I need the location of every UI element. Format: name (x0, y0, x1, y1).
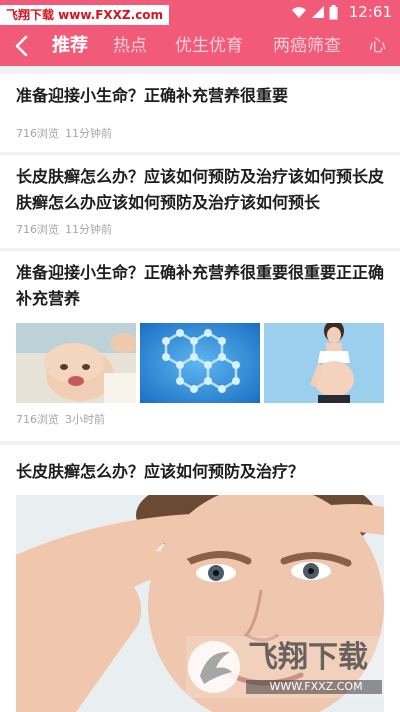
article-card[interactable]: 准备迎接小生命？正确补充营养很重要很重要正正确补充营养 716浏览 3小时前 (0, 251, 400, 441)
baby-photo (16, 323, 136, 403)
watermark-url: WWW.FXXZ.COM (269, 680, 363, 693)
tab-hot[interactable]: 热点 (113, 35, 147, 57)
wifi-icon (292, 7, 306, 18)
view-count: 716浏览 (16, 127, 59, 140)
status-icons (291, 4, 338, 20)
article-title: 准备迎接小生命？正确补充营养很重要 (16, 86, 289, 105)
thumbnail-strip (16, 323, 384, 403)
tab-heart[interactable]: 心 (369, 35, 386, 57)
status-time: 12:61 (348, 3, 392, 21)
post-time: 3小时前 (65, 413, 105, 426)
article-meta: 716浏览 3小时前 (16, 413, 111, 427)
molecule-photo (140, 323, 260, 403)
view-count: 716浏览 (16, 223, 59, 236)
signal-icon (312, 6, 324, 18)
pregnant-woman-photo (264, 323, 384, 403)
status-bar: 飞翔下载 www.FXXZ.com 12:61 (0, 0, 400, 25)
article-card[interactable]: 准备迎接小生命？正确补充营养很重要 716浏览 11分钟前 (0, 74, 400, 152)
post-time: 11分钟前 (65, 223, 112, 236)
tab-recommend[interactable]: 推荐 (52, 35, 88, 57)
watermark-brand-text: 飞翔下载 (248, 640, 368, 675)
battery-icon (329, 4, 338, 19)
article-meta: 716浏览 11分钟前 (16, 223, 118, 237)
article-title: 长皮肤癣怎么办？应该如何预防及治疗？ (16, 462, 305, 481)
article-card[interactable]: 长皮肤癣怎么办？应该如何预防及治疗该如何预长皮肤癣怎么办应该如何预防及治疗该如何… (0, 155, 400, 248)
view-count: 716浏览 (16, 413, 59, 426)
back-arrow-icon[interactable] (10, 33, 36, 59)
article-meta: 716浏览 11分钟前 (16, 127, 118, 141)
post-time: 11分钟前 (65, 127, 112, 140)
app-header: 飞翔下载 www.FXXZ.com 12:61 推荐 热点 优生优育 两癌筛查 … (0, 0, 400, 66)
tab-cancer-screening[interactable]: 两癌筛查 (273, 35, 341, 57)
article-title: 准备迎接小生命？正确补充营养很重要很重要正正确补充营养 (16, 263, 385, 308)
watermark-logo: 飞翔下载 WWW.FXXZ.COM (186, 636, 386, 698)
category-nav: 推荐 热点 优生优育 两癌筛查 心 (0, 25, 400, 66)
watermark-banner: 飞翔下载 www.FXXZ.com (0, 5, 170, 25)
article-title: 长皮肤癣怎么办？应该如何预防及治疗该如何预长皮肤癣怎么办应该如何预防及治疗该如何… (16, 167, 385, 212)
tab-eugenics[interactable]: 优生优育 (175, 35, 243, 57)
